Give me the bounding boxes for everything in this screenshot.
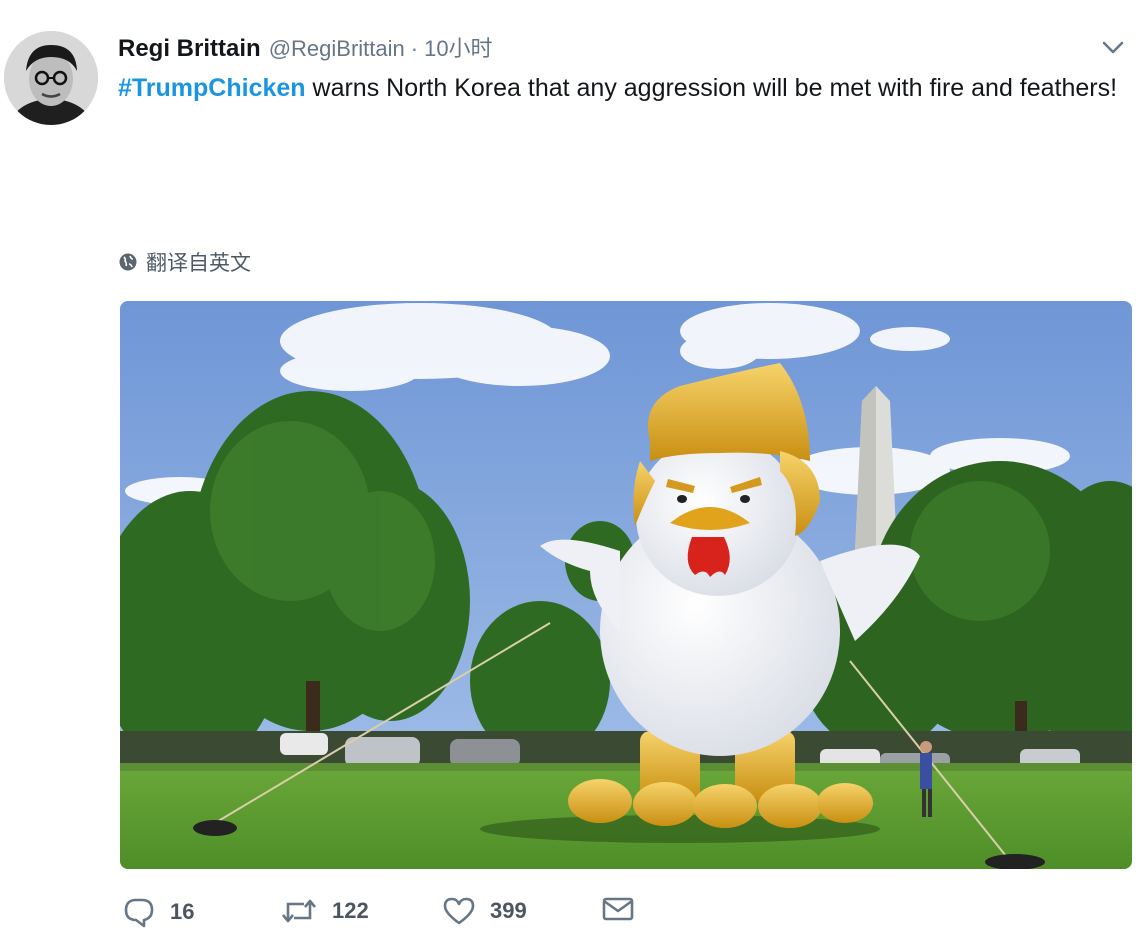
reply-button[interactable]: 16 [122, 896, 194, 928]
header-separator: · [410, 36, 419, 61]
tweet-header: Regi Brittain @RegiBrittain · 10小时 [118, 31, 493, 63]
hashtag-link[interactable]: #TrumpChicken [118, 74, 306, 102]
retweet-count: 122 [332, 898, 369, 923]
chevron-down-icon[interactable] [1100, 38, 1126, 58]
message-icon [602, 897, 634, 921]
reply-count: 16 [170, 899, 195, 924]
retweet-icon [282, 899, 316, 923]
tweet: Regi Brittain @RegiBrittain · 10小时 #Trum… [0, 0, 1142, 932]
tweet-media-image[interactable] [120, 301, 1132, 869]
like-button[interactable]: 399 [442, 896, 527, 926]
tweet-timestamp[interactable]: 10小时 [424, 31, 492, 63]
retweet-button[interactable]: 122 [280, 896, 369, 926]
globe-icon [119, 253, 137, 271]
heart-icon [443, 897, 475, 925]
author-handle[interactable]: @RegiBrittain [269, 36, 405, 62]
tweet-text: #TrumpChicken warns North Korea that any… [118, 68, 1128, 108]
reply-icon [124, 898, 154, 928]
tweet-body: warns North Korea that any aggression wi… [305, 74, 1118, 102]
avatar-image [4, 31, 98, 125]
translate-link[interactable]: 翻译自英文 [118, 247, 251, 277]
like-count: 399 [490, 898, 527, 923]
translate-label: 翻译自英文 [146, 252, 251, 275]
avatar[interactable] [4, 31, 98, 125]
author-name[interactable]: Regi Brittain [118, 35, 261, 63]
direct-message-button[interactable] [602, 896, 634, 922]
